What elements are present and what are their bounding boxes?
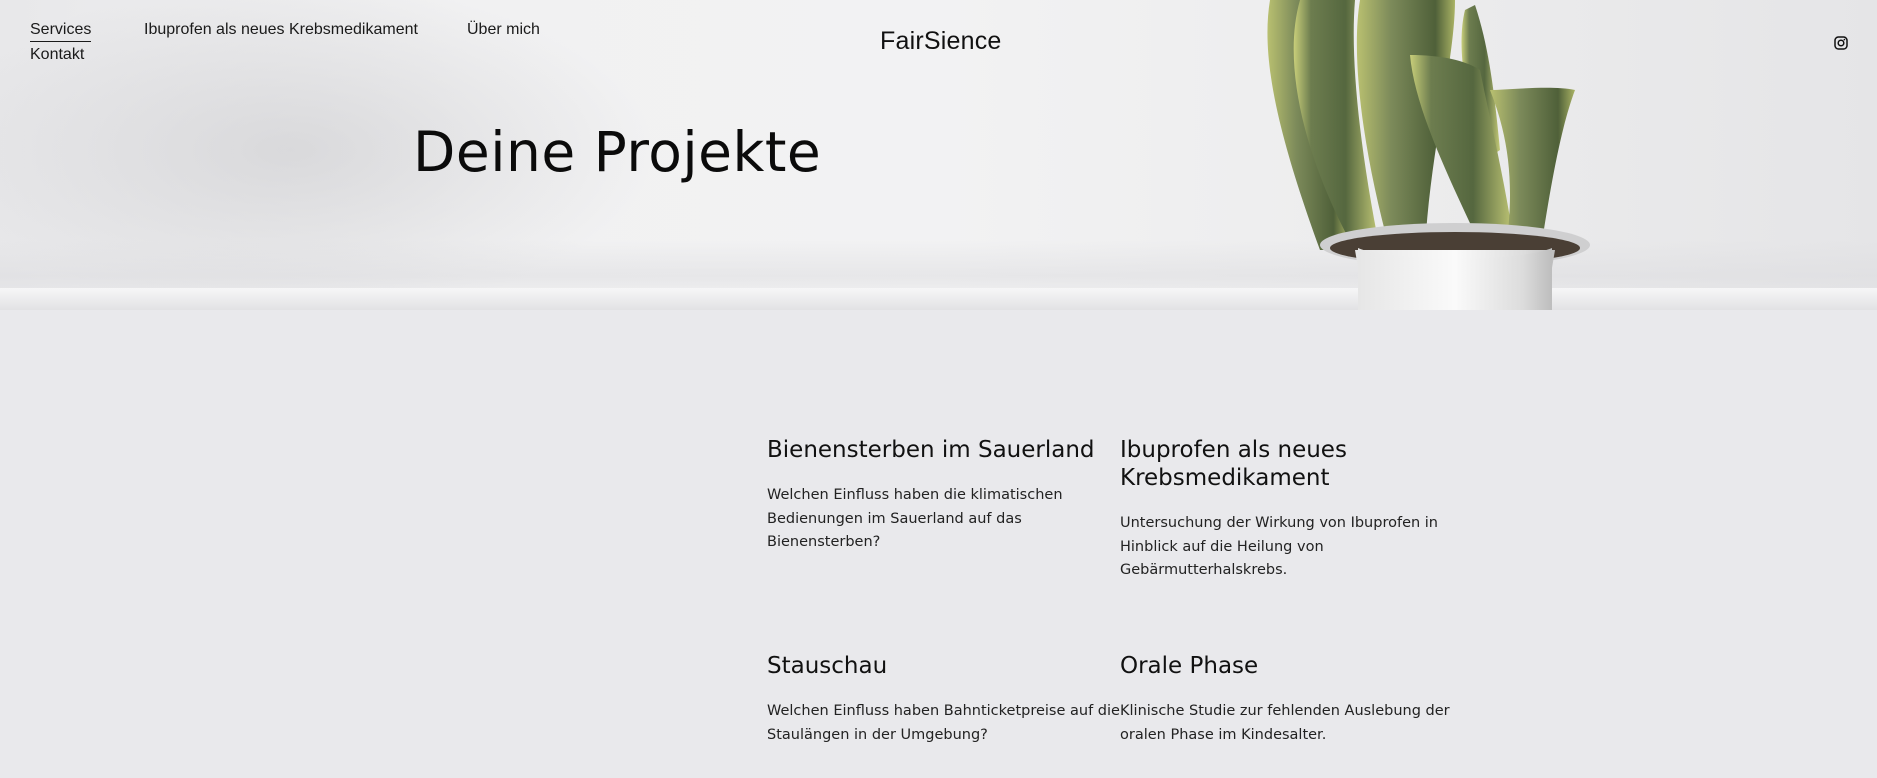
snake-plant-image (1267, 0, 1590, 310)
page-title: Deine Projekte (413, 120, 822, 184)
nav-item-services[interactable]: Services (30, 21, 92, 42)
instagram-icon[interactable] (1834, 36, 1848, 50)
project-description: Welchen Einfluss haben die klimatischen … (767, 487, 1063, 550)
project-title[interactable]: Orale Phase (1120, 652, 1460, 680)
project-card: Stauschau Welchen Einfluss haben Bahntic… (767, 652, 1122, 747)
nav-item-kontakt[interactable]: Kontakt (30, 46, 84, 64)
site-logo[interactable]: FairSience (880, 27, 1002, 56)
project-card: Bienensterben im Sauerland Welchen Einfl… (767, 436, 1122, 555)
nav-item-ibuprofen[interactable]: Ibuprofen als neues Krebsmedikament (144, 21, 418, 39)
project-card: Ibuprofen als neues Krebsmedikament Unte… (1120, 436, 1460, 583)
project-description: Klinische Studie zur fehlenden Auslebung… (1120, 703, 1450, 743)
nav-item-ueber-mich[interactable]: Über mich (467, 21, 540, 39)
project-title[interactable]: Stauschau (767, 652, 1122, 680)
project-description: Welchen Einfluss haben Bahnticketpreise … (767, 703, 1120, 743)
project-description: Untersuchung der Wirkung von Ibuprofen i… (1120, 515, 1439, 578)
project-title[interactable]: Ibuprofen als neues Krebsmedikament (1120, 436, 1460, 492)
project-card: Orale Phase Klinische Studie zur fehlend… (1120, 652, 1460, 747)
project-title[interactable]: Bienensterben im Sauerland (767, 436, 1122, 464)
